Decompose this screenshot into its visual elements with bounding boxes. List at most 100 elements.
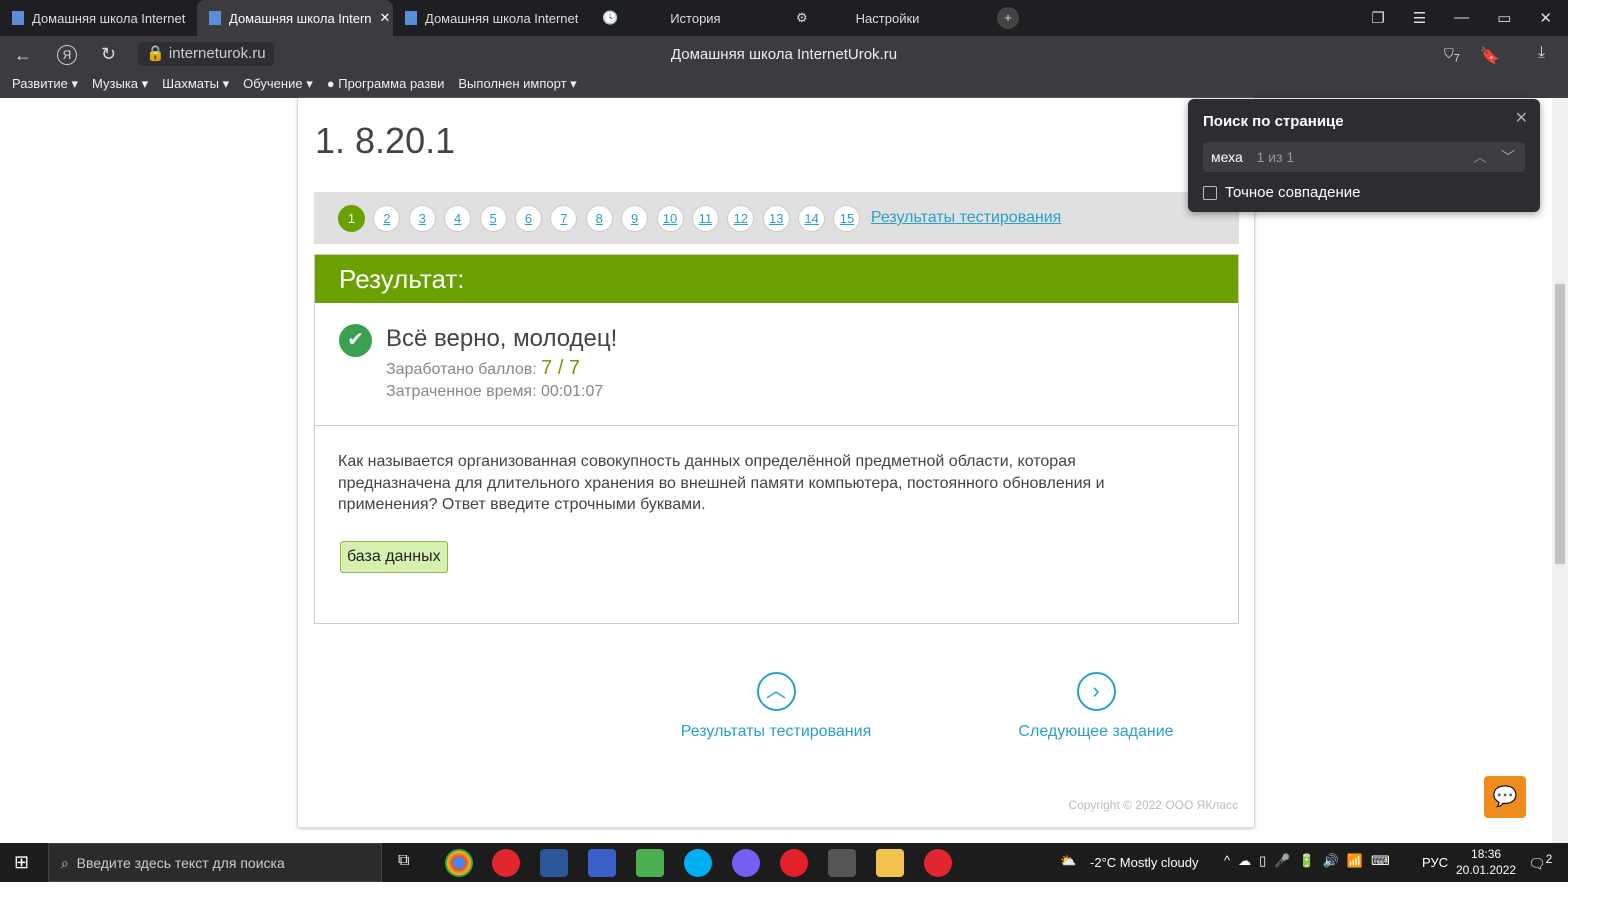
save-app-icon[interactable] [588,849,616,877]
word-icon[interactable] [540,849,568,877]
restore-icon[interactable]: ▭ [1497,9,1511,27]
gear-icon: ⚙ [796,10,808,25]
page-title: Домашняя школа InternetUrok.ru [670,46,898,63]
results-link[interactable]: Результаты тестирования [871,209,1061,227]
tab-1[interactable]: Домашняя школа Internet [0,0,195,36]
result-panel: Результат: ✔ Всё верно, молодец! Заработ… [314,254,1239,624]
task-pagination: 1 2 3 4 5 6 7 8 9 10 11 12 13 14 15 Резу… [314,192,1239,244]
chrome-icon[interactable] [445,849,473,877]
bookmark-razvitie[interactable]: Развитие ▾ [12,76,78,92]
site-favicon-icon [209,11,221,25]
checkbox[interactable] [1203,185,1217,200]
collections-icon[interactable]: ❐ [1371,9,1384,27]
date: 20.01.2022 [1456,863,1517,877]
tab-3[interactable]: Домашняя школа Internet [393,0,589,36]
taskbar-search[interactable]: ⌕ Введите здесь текст для поиска [48,843,382,882]
skype-icon[interactable] [684,849,712,877]
language-indicator[interactable]: РУС [1422,855,1448,870]
page-8[interactable]: 8 [585,204,613,232]
windows-start-icon[interactable]: ⊞ [14,852,29,873]
bookmark-icon[interactable]: 🔖 [1480,46,1500,66]
bookmark-label: Программа разви [338,76,445,91]
clock[interactable]: 18:36 20.01.2022 [1456,846,1516,878]
notifications-icon[interactable]: 🗨2 [1528,853,1552,873]
tray-icons[interactable]: ^☁▯🎤🔋🔊📶⌨ [1224,853,1398,869]
find-next-icon[interactable]: ﹀ [1501,142,1515,172]
download-icon[interactable]: ⤓ [1538,44,1545,62]
new-tab-button[interactable]: + [997,7,1019,29]
viber-icon[interactable] [732,849,760,877]
tab-2-active[interactable]: Домашняя школа Intern ✕ [197,0,393,36]
page-1[interactable]: 1 [338,204,365,232]
page-7[interactable]: 7 [550,204,578,232]
close-tab-icon[interactable]: ✕ [380,10,391,26]
bookmark-shakhmaty[interactable]: Шахматы ▾ [162,76,229,92]
question-text: Как называется организованная совокупнос… [338,453,1105,513]
bookmark-muzyka[interactable]: Музыка ▾ [92,76,148,92]
bookmark-obuchenie[interactable]: Обучение ▾ [243,76,313,92]
opera-icon[interactable] [780,849,808,877]
yandex-browser-icon[interactable] [492,849,520,877]
exact-match-checkbox[interactable]: Точное совпадение [1203,184,1361,201]
file-explorer-icon[interactable] [876,849,904,877]
tab-settings[interactable]: ⚙ Настройки [784,0,974,36]
page-12[interactable]: 12 [727,204,755,232]
chevron-right-icon: › [1076,672,1116,711]
weather-text[interactable]: -2°C Mostly cloudy [1090,855,1199,870]
answer-chip: база данных [340,541,448,573]
verdict: Всё верно, молодец! [386,325,618,352]
page-15[interactable]: 15 [833,204,861,232]
site-favicon-icon [405,11,417,25]
bookmarks-bar: Развитие ▾ Музыка ▾ Шахматы ▾ Обучение ▾… [0,76,577,92]
chevron-up-icon: ︿ [756,672,796,711]
page-9[interactable]: 9 [621,204,649,232]
protect-icon[interactable]: ⛉7 [1444,46,1460,65]
results-nav-button[interactable]: ︿ Результаты тестирования [678,672,874,741]
next-task-button[interactable]: › Следующее задание [998,672,1194,741]
menu-icon[interactable]: ☰ [1413,9,1426,27]
page-6[interactable]: 6 [514,204,542,232]
page-3[interactable]: 3 [408,204,436,232]
calculator-icon[interactable] [828,849,856,877]
clock-icon: 🕓 [602,10,619,25]
close-find-icon[interactable]: ✕ [1515,108,1528,128]
find-query: меха [1211,149,1243,165]
page-13[interactable]: 13 [762,204,790,232]
yandex-icon[interactable] [924,849,952,877]
bookmark-programma[interactable]: ● Программа разви [327,76,445,92]
task-view-icon[interactable]: ⧉ [398,852,409,870]
bookmark-import[interactable]: Выполнен импорт ▾ [458,76,576,92]
lesson-card: 1. 8.20.1 1 2 3 4 5 6 7 8 9 10 11 12 13 … [297,98,1255,828]
tab-label: История [670,10,721,26]
tab-bar: Домашняя школа Internet Домашняя школа I… [0,0,1568,36]
page-4[interactable]: 4 [444,204,472,232]
next-task-label: Следующее задание [1018,723,1174,740]
page-11[interactable]: 11 [691,204,719,232]
tab-history[interactable]: 🕓 История [590,0,780,36]
find-prev-icon[interactable]: ︿ [1473,142,1487,172]
page-10[interactable]: 10 [656,204,684,232]
score-label: Заработано баллов: [386,361,537,378]
page-2[interactable]: 2 [373,204,401,232]
notepad-icon[interactable] [636,849,664,877]
scrollbar[interactable] [1552,98,1568,843]
result-header: Результат: [315,255,1238,303]
find-title: Поиск по странице [1203,113,1344,130]
minimize-icon[interactable]: — [1454,9,1469,27]
page-5[interactable]: 5 [479,204,507,232]
find-input[interactable]: меха 1 из 1 ︿ ﹀ [1203,142,1525,172]
weather-icon: ⛅ [1060,853,1077,868]
notif-count: 2 [1545,853,1553,866]
time: 18:36 [1471,847,1502,861]
site-favicon-icon [12,11,24,25]
page-14[interactable]: 14 [798,204,826,232]
chat-button[interactable]: 💬 [1484,776,1526,818]
tab-label: Домашняя школа Internet [425,10,579,26]
score-value: 7 / 7 [541,357,581,379]
score-line: Заработано баллов: 7 / 7 [386,357,580,380]
program-icon: ● [326,76,335,91]
close-window-icon[interactable]: ✕ [1539,9,1552,27]
time-spent: Затраченное время: 00:01:07 [386,383,604,400]
tab-label: Настройки [855,10,920,26]
find-count: 1 из 1 [1256,149,1295,165]
